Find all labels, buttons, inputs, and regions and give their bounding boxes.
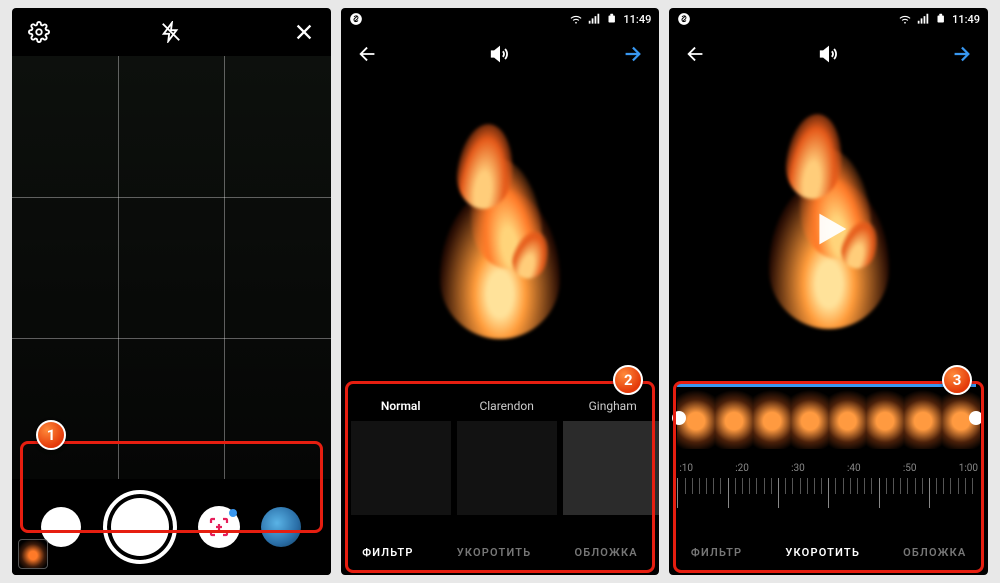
tab-trim[interactable]: УКОРОТИТЬ — [457, 546, 532, 559]
trim-handle-end[interactable] — [969, 411, 983, 425]
video-preview[interactable] — [341, 78, 660, 399]
new-indicator-dot — [229, 509, 237, 517]
filter-thumb — [563, 421, 660, 515]
editor-bottom-panel: :10 :20 :30 :40 :50 1:00 ФИЛЬТР УКОРОТИТ… — [669, 379, 988, 575]
filter-option-normal[interactable]: Normal — [351, 399, 451, 529]
time-tick-label: 1:00 — [959, 463, 978, 474]
rule-of-thirds-grid — [12, 56, 331, 479]
clock-text: 11:49 — [623, 13, 651, 26]
wifi-icon — [569, 12, 583, 26]
time-tick-label: :50 — [903, 463, 917, 474]
focus-mode-button[interactable] — [198, 506, 240, 548]
gallery-button[interactable] — [261, 507, 301, 547]
video-preview[interactable] — [669, 78, 988, 379]
annotation-badge: 3 — [942, 365, 972, 395]
camera-viewfinder[interactable] — [12, 56, 331, 479]
editor-bottom-panel: Normal Clarendon Gingham M ФИЛЬТР УКОРОТ… — [341, 399, 660, 575]
back-icon[interactable] — [357, 43, 379, 65]
topbar — [669, 30, 988, 78]
trim-frame — [904, 387, 942, 449]
trim-frame — [715, 387, 753, 449]
camera-controls — [12, 479, 331, 575]
editor-tabs: ФИЛЬТР УКОРОТИТЬ ОБЛОЖКА — [341, 529, 660, 575]
trim-handle-start[interactable] — [672, 411, 686, 425]
time-tick-label: :20 — [735, 463, 749, 474]
shutter-button[interactable] — [103, 490, 177, 564]
back-icon[interactable] — [685, 43, 707, 65]
settings-icon[interactable] — [28, 21, 50, 43]
time-ruler: :10 :20 :30 :40 :50 1:00 — [677, 463, 980, 519]
play-icon[interactable] — [806, 206, 852, 252]
close-icon[interactable] — [293, 21, 315, 43]
next-icon[interactable] — [950, 43, 972, 65]
tab-filter[interactable]: ФИЛЬТР — [691, 546, 742, 559]
signal-icon — [916, 12, 930, 26]
filter-option-clarendon[interactable]: Clarendon — [457, 399, 557, 529]
editor-tabs: ФИЛЬТР УКОРОТИТЬ ОБЛОЖКА — [669, 529, 988, 575]
next-icon[interactable] — [621, 43, 643, 65]
trim-filmstrip[interactable] — [677, 387, 980, 449]
signal-icon — [587, 12, 601, 26]
status-bar: 11:49 — [341, 8, 660, 30]
flash-off-icon[interactable] — [160, 21, 182, 43]
time-tick-label: :30 — [791, 463, 805, 474]
annotation-badge: 1 — [36, 420, 66, 450]
trim-frame — [829, 387, 867, 449]
sound-on-icon[interactable] — [818, 43, 840, 65]
wifi-icon — [898, 12, 912, 26]
trim-range-bar — [677, 384, 976, 387]
screen-filter-editor: 11:49 Normal Clarendon — [341, 8, 660, 575]
clock-text: 11:49 — [952, 13, 980, 26]
time-tick-label: :10 — [679, 463, 693, 474]
time-tick-label: :40 — [847, 463, 861, 474]
shazam-icon — [349, 12, 363, 26]
battery-icon — [605, 12, 619, 26]
filter-thumb — [351, 421, 451, 515]
battery-icon — [934, 12, 948, 26]
trim-frame — [791, 387, 829, 449]
flame-graphic — [420, 129, 580, 349]
tab-trim[interactable]: УКОРОТИТЬ — [785, 546, 860, 559]
filter-label: Clarendon — [479, 399, 533, 413]
screen-camera: 1 — [12, 8, 331, 575]
topbar — [341, 30, 660, 78]
filters-row[interactable]: Normal Clarendon Gingham M — [341, 399, 660, 529]
shazam-icon — [677, 12, 691, 26]
sound-on-icon[interactable] — [489, 43, 511, 65]
tab-cover[interactable]: ОБЛОЖКА — [574, 546, 637, 559]
topbar — [12, 8, 331, 56]
filter-option-gingham[interactable]: Gingham — [563, 399, 660, 529]
tab-cover[interactable]: ОБЛОЖКА — [903, 546, 966, 559]
screen-trim-editor: 11:49 — [669, 8, 988, 575]
tab-filter[interactable]: ФИЛЬТР — [362, 546, 413, 559]
filter-label: Gingham — [589, 399, 637, 413]
trim-frame — [753, 387, 791, 449]
filter-label: Normal — [381, 399, 421, 413]
trim-frame — [866, 387, 904, 449]
filter-thumb — [457, 421, 557, 515]
last-capture-thumbnail[interactable] — [18, 539, 48, 569]
status-bar: 11:49 — [669, 8, 988, 30]
